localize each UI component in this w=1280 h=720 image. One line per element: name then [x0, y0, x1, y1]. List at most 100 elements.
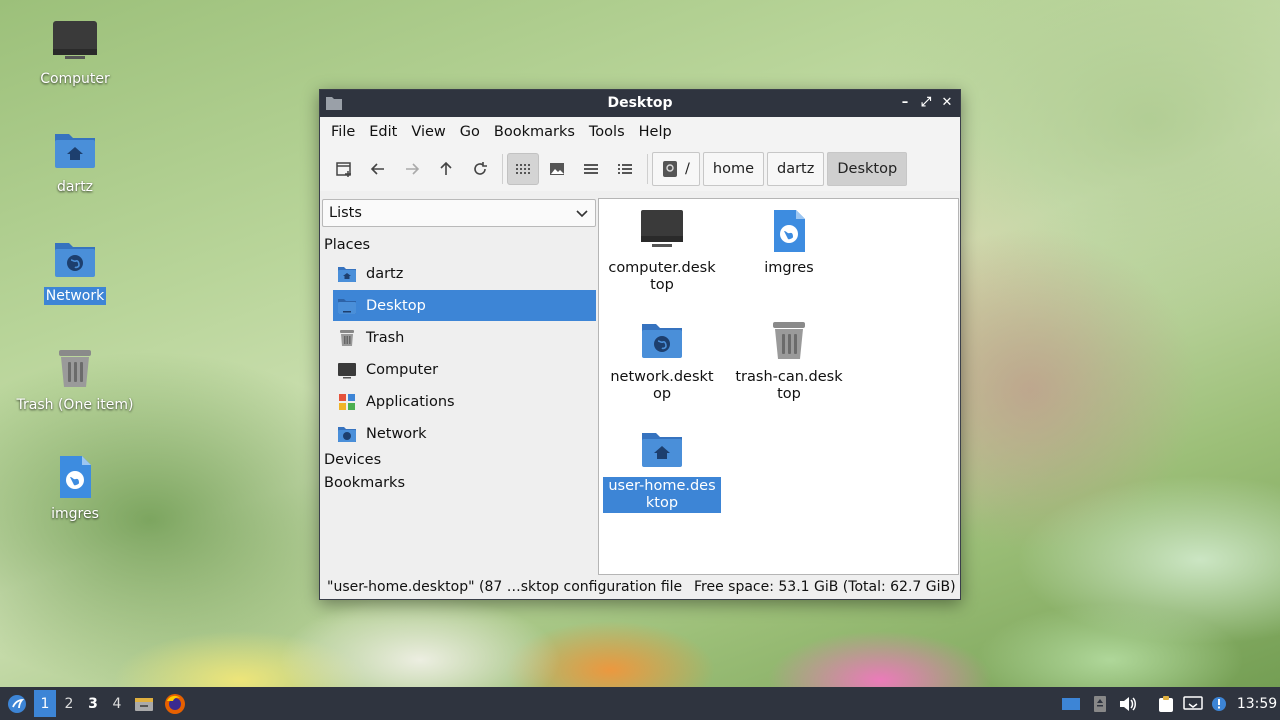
start-menu-button[interactable]: [4, 687, 30, 720]
sidebar-item-label: Network: [366, 425, 427, 442]
menu-bar: File Edit View Go Bookmarks Tools Help: [320, 117, 960, 147]
workspace-1-button[interactable]: 1: [34, 690, 56, 717]
maximize-button[interactable]: ⤢: [917, 94, 935, 112]
file-name: trash-can.desktop: [735, 369, 843, 402]
sidebar-item-trash[interactable]: Trash: [333, 322, 596, 353]
toolbar-separator: [647, 154, 648, 184]
applications-icon: [337, 392, 357, 412]
sidebar-item-applications[interactable]: Applications: [333, 386, 596, 417]
image-icon: [550, 163, 564, 175]
minimize-button[interactable]: –: [896, 94, 914, 112]
workspace-3-button[interactable]: 3: [82, 690, 104, 717]
file-item-selected[interactable]: user-home.desktop: [602, 425, 722, 513]
lubuntu-logo-icon: [8, 694, 26, 713]
folder-view[interactable]: computer.desktop imgres network.desktop …: [598, 198, 959, 575]
update-notification-icon: [1212, 696, 1226, 711]
computer-icon: [51, 18, 99, 66]
new-tab-button[interactable]: [328, 153, 360, 185]
side-pane-mode-value: Lists: [329, 205, 362, 221]
forward-button[interactable]: [396, 153, 428, 185]
file-name: imgres: [764, 260, 814, 276]
desktop-folder-icon: [337, 296, 357, 316]
file-item[interactable]: imgres: [729, 207, 849, 278]
desktop-icon-imgres[interactable]: imgres: [10, 453, 140, 523]
firefox-launcher[interactable]: [162, 687, 188, 720]
taskbar: 1 2 3 4 13:59: [0, 687, 1280, 720]
grid-icon: [516, 164, 530, 174]
volume-icon: [1120, 696, 1136, 711]
network-folder-icon: [51, 235, 99, 283]
desktop-icon-network[interactable]: Network: [10, 235, 140, 305]
tray-updates-button[interactable]: [1208, 687, 1230, 720]
file-name: computer.desktop: [608, 260, 716, 293]
window-icon: [1062, 697, 1080, 710]
reload-button[interactable]: [464, 153, 496, 185]
close-button[interactable]: ✕: [938, 94, 956, 112]
clock[interactable]: 13:59: [1236, 687, 1278, 720]
up-button[interactable]: [430, 153, 462, 185]
file-item[interactable]: network.desktop: [602, 316, 722, 404]
drive-icon: [663, 161, 677, 177]
detailed-list-icon: [618, 164, 632, 174]
sidebar-item-computer[interactable]: Computer: [333, 354, 596, 385]
status-free-space: Free space: 53.1 GiB (Total: 62.7 GiB): [694, 579, 956, 595]
compact-view-button[interactable]: [575, 153, 607, 185]
path-root-label: /: [685, 161, 690, 177]
workspace-4-button[interactable]: 4: [106, 690, 128, 717]
workspace-2-button[interactable]: 2: [58, 690, 80, 717]
desktop-icon-label: dartz: [56, 179, 94, 195]
tray-window-button[interactable]: [1059, 687, 1083, 720]
desktop-icon-home[interactable]: dartz: [10, 126, 140, 196]
web-document-icon: [765, 207, 813, 255]
menu-help[interactable]: Help: [632, 117, 679, 147]
section-devices[interactable]: Devices: [324, 452, 381, 468]
desktop-icon-computer[interactable]: Computer: [10, 18, 140, 88]
trash-icon: [765, 316, 813, 364]
menu-bookmarks[interactable]: Bookmarks: [487, 117, 582, 147]
window-titlebar[interactable]: Desktop – ⤢ ✕: [320, 90, 960, 117]
tray-eject-button[interactable]: [1088, 687, 1112, 720]
clipboard-icon: [1159, 695, 1173, 712]
sidebar-item-network[interactable]: Network: [333, 418, 596, 449]
icon-view-button[interactable]: [507, 153, 539, 185]
thumbnail-view-button[interactable]: [541, 153, 573, 185]
file-item[interactable]: trash-can.desktop: [729, 316, 849, 404]
new-tab-icon: [336, 162, 351, 177]
reload-icon: [474, 162, 487, 175]
tray-volume-button[interactable]: [1116, 687, 1140, 720]
show-desktop-button[interactable]: [133, 687, 155, 720]
sidebar-item-desktop[interactable]: Desktop: [333, 290, 596, 321]
home-folder-icon: [337, 264, 357, 284]
trash-icon: [337, 328, 357, 348]
menu-view[interactable]: View: [404, 117, 452, 147]
file-item[interactable]: computer.desktop: [602, 207, 722, 295]
arrow-left-icon: [370, 163, 384, 175]
tray-clipboard-button[interactable]: [1154, 687, 1178, 720]
network-icon: [337, 424, 357, 444]
desktop-icon-trash[interactable]: Trash (One item): [10, 344, 140, 414]
path-dartz-button[interactable]: dartz: [767, 152, 825, 186]
section-places[interactable]: Places: [324, 237, 370, 253]
back-button[interactable]: [362, 153, 394, 185]
window-title: Desktop: [607, 95, 673, 111]
side-pane: Lists Places dartz Desktop Trash Compute…: [321, 198, 597, 576]
side-pane-mode-select[interactable]: Lists: [322, 199, 596, 227]
file-name: network.desktop: [610, 369, 714, 402]
tray-network-button[interactable]: [1181, 687, 1205, 720]
menu-go[interactable]: Go: [453, 117, 487, 147]
path-home-button[interactable]: home: [702, 152, 764, 186]
path-desktop-button[interactable]: Desktop: [827, 152, 908, 186]
section-bookmarks[interactable]: Bookmarks: [324, 475, 405, 491]
network-wired-icon: [1183, 695, 1203, 710]
path-home-label: home: [712, 161, 754, 177]
sidebar-item-dartz[interactable]: dartz: [333, 258, 596, 289]
menu-edit[interactable]: Edit: [362, 117, 404, 147]
arrow-right-icon: [406, 163, 420, 175]
menu-tools[interactable]: Tools: [582, 117, 632, 147]
list-icon: [584, 164, 598, 174]
desktop-icon-label: Computer: [40, 71, 110, 87]
path-root-button[interactable]: /: [652, 152, 700, 186]
menu-file[interactable]: File: [324, 117, 362, 147]
detailed-view-button[interactable]: [609, 153, 641, 185]
sidebar-item-label: Computer: [366, 361, 439, 378]
